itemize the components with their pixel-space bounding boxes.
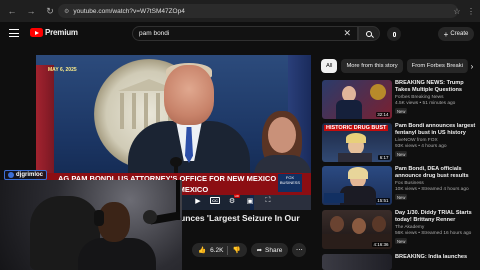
like-dislike-group: 👍 6.2K 👎 bbox=[192, 243, 247, 257]
create-button[interactable]: + Create bbox=[438, 27, 474, 41]
player-controls: ▶ CC ⚙ HD ▣ ⛶ bbox=[192, 194, 274, 205]
captions-icon[interactable]: CC bbox=[210, 197, 220, 204]
voice-search-button[interactable] bbox=[387, 27, 401, 41]
miniplayer-icon[interactable]: ▣ bbox=[244, 196, 256, 205]
share-button[interactable]: ➦ Share bbox=[250, 243, 289, 257]
autoplay-toggle-icon[interactable]: ▶ bbox=[192, 196, 204, 205]
recommendation-item[interactable]: 15:51 Pam Bondi, DEA officials announce … bbox=[322, 166, 480, 206]
video-actions: 👍 6.2K 👎 ➦ Share ⋯ bbox=[192, 243, 307, 257]
recommendation-item[interactable]: HISTORIC DRUG BUST 6:17 Pam Bondi announ… bbox=[322, 123, 480, 163]
video-title: unces 'Largest Seizure In Our bbox=[180, 213, 300, 223]
duration-badge: 4:16:36 bbox=[371, 242, 390, 247]
like-count[interactable]: 6.2K bbox=[210, 247, 223, 254]
network-logo: FOX BUSINESS bbox=[278, 174, 302, 192]
microphone-icon bbox=[392, 31, 396, 37]
url-text: youtube.com/watch?v=W7tSM47ZOp4 bbox=[73, 7, 185, 15]
recommendation-item[interactable]: BREAKING: India launches bbox=[322, 254, 480, 270]
new-badge: New bbox=[395, 238, 408, 244]
video-thumbnail[interactable]: 15:51 bbox=[322, 166, 392, 205]
rec-meta: 4.5K views • 51 minutes ago bbox=[395, 101, 456, 106]
rec-title[interactable]: BREAKING NEWS: Trump Takes Multiple Ques… bbox=[395, 80, 480, 94]
browser-toolbar: ← → ↻ ⚙ youtube.com/watch?v=W7tSM47ZOp4 … bbox=[0, 0, 480, 22]
headphones bbox=[94, 210, 104, 226]
recommendation-item[interactable]: 4:16:36 Day 1/30. Diddy TRIAL Starts tod… bbox=[322, 210, 480, 250]
rec-meta: 56K views • Streamed 16 hours ago bbox=[395, 231, 472, 236]
thumbnail-caption: HISTORIC DRUG BUST bbox=[324, 125, 389, 131]
rec-title[interactable]: BREAKING: India launches bbox=[395, 254, 480, 261]
corner-text: MAY 6, 2025 bbox=[48, 67, 77, 73]
rec-channel[interactable]: Forbes Breaking News bbox=[395, 95, 444, 100]
search-query: pam bondi bbox=[139, 30, 170, 37]
rec-channel[interactable]: LiveNOW from FOX bbox=[395, 138, 438, 143]
streamer-name-tag: djgrimloc bbox=[4, 170, 48, 180]
video-thumbnail[interactable] bbox=[322, 254, 392, 270]
rec-channel[interactable]: Fox Business bbox=[395, 181, 424, 186]
site-info-icon[interactable]: ⚙ bbox=[64, 8, 69, 15]
video-thumbnail[interactable]: 4:16:36 bbox=[322, 210, 392, 249]
flag-left bbox=[36, 65, 54, 185]
chip-from-forbes[interactable]: From Forbes Breaki bbox=[406, 59, 468, 73]
new-badge: New bbox=[395, 194, 408, 200]
create-label: Create bbox=[450, 31, 469, 37]
rec-meta: 10K views • Streamed 4 hours ago bbox=[395, 187, 469, 192]
new-badge: New bbox=[395, 151, 408, 157]
chevron-right-icon[interactable]: › bbox=[466, 59, 478, 73]
youtube-header: Premium pam bondi ✕ + Create bbox=[0, 22, 480, 46]
discord-icon bbox=[8, 172, 14, 178]
clear-search-icon[interactable]: ✕ bbox=[343, 28, 351, 39]
reload-icon[interactable]: ↻ bbox=[43, 4, 57, 18]
share-icon: ➦ bbox=[256, 247, 263, 254]
video-thumbnail[interactable]: 32:14 bbox=[322, 80, 392, 119]
search-button[interactable] bbox=[358, 26, 380, 41]
search-icon bbox=[366, 30, 372, 37]
rec-channel[interactable]: The Akademy bbox=[395, 225, 424, 230]
chip-all[interactable]: All bbox=[321, 59, 338, 73]
search-input[interactable]: pam bondi ✕ bbox=[132, 26, 358, 41]
rec-meta: 93K views • 4 hours ago bbox=[395, 144, 447, 149]
thumbs-up-icon[interactable]: 👍 bbox=[198, 246, 206, 254]
rec-title[interactable]: Pam Bondi, DEA officials announce drug b… bbox=[395, 166, 480, 180]
youtube-premium-logo[interactable]: Premium bbox=[30, 28, 78, 37]
thumbs-down-icon[interactable]: 👎 bbox=[232, 246, 240, 254]
plus-icon: + bbox=[443, 29, 449, 39]
bookmark-star-icon[interactable]: ☆ bbox=[452, 4, 462, 18]
recommendation-item[interactable]: 32:14 BREAKING NEWS: Trump Takes Multipl… bbox=[322, 80, 480, 120]
youtube-play-icon bbox=[30, 28, 43, 37]
duration-badge: 32:14 bbox=[375, 112, 390, 117]
address-bar[interactable]: ⚙ youtube.com/watch?v=W7tSM47ZOp4 bbox=[58, 4, 458, 18]
logo-text: Premium bbox=[45, 28, 78, 37]
arrow-right-icon[interactable]: → bbox=[24, 4, 38, 18]
video-thumbnail[interactable]: HISTORIC DRUG BUST 6:17 bbox=[322, 123, 392, 162]
fullscreen-icon[interactable]: ⛶ bbox=[262, 196, 274, 205]
hamburger-menu-icon[interactable] bbox=[9, 29, 19, 37]
hd-badge-icon: HD bbox=[233, 194, 240, 198]
streamer-microphone bbox=[143, 210, 157, 224]
streamer-name: djgrimloc bbox=[16, 172, 44, 178]
settings-gear-icon[interactable]: ⚙ HD bbox=[226, 194, 240, 205]
chip-more-from-story[interactable]: More from this story bbox=[341, 59, 403, 73]
arrow-left-icon[interactable]: ← bbox=[5, 4, 19, 18]
duration-badge: 6:17 bbox=[378, 155, 390, 160]
filter-chips: All More from this story From Forbes Bre… bbox=[321, 59, 468, 73]
browser-menu-icon[interactable]: ⋮ bbox=[466, 4, 476, 18]
new-badge: New bbox=[395, 108, 408, 114]
share-label: Share bbox=[265, 246, 283, 254]
rec-title[interactable]: Pam Bondi announces largest fentanyl bus… bbox=[395, 123, 480, 137]
rec-title[interactable]: Day 1/30. Diddy TRIAL Starts today! Brit… bbox=[395, 210, 480, 224]
streamer-webcam bbox=[0, 180, 182, 270]
more-actions-icon[interactable]: ⋯ bbox=[292, 243, 307, 257]
duration-badge: 15:51 bbox=[375, 198, 390, 203]
